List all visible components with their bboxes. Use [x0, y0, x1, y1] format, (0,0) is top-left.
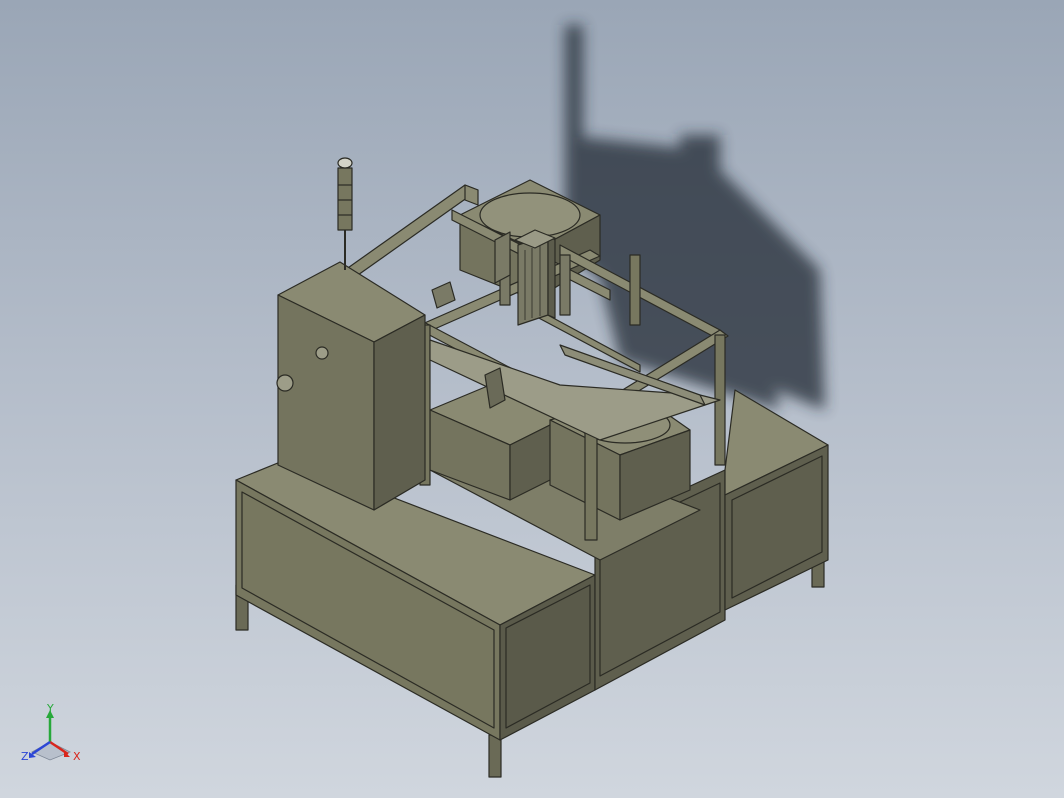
- cabinet-knob[interactable]: [315, 346, 329, 360]
- electrical-cabinet[interactable]: [276, 261, 426, 511]
- emergency-stop-button[interactable]: [276, 374, 294, 392]
- x-axis-label: X: [73, 750, 81, 763]
- y-axis-label: Y: [46, 702, 54, 715]
- coordinate-triad: Y X Z: [21, 702, 81, 763]
- cad-viewport[interactable]: Y X Z: [0, 0, 1064, 798]
- z-axis-label: Z: [21, 750, 29, 763]
- machine-model-view[interactable]: Y X Z: [0, 0, 1064, 798]
- signal-tower: [337, 157, 353, 270]
- guard-bracket: [494, 231, 511, 284]
